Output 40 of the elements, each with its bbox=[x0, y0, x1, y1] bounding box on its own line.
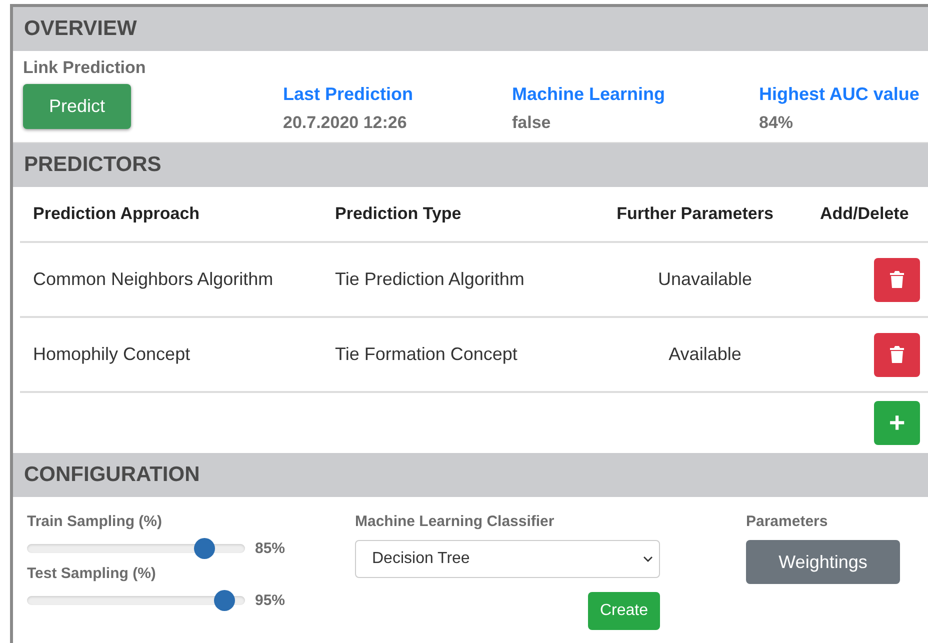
table-cell-text: Common Neighbors Algorithm bbox=[32, 269, 274, 290]
section-title: OVERVIEW bbox=[24, 17, 137, 41]
classifier-select[interactable]: Decision Tree bbox=[355, 540, 660, 578]
chevron-down-icon bbox=[643, 556, 653, 562]
slider[interactable] bbox=[27, 590, 245, 611]
link-prediction-label: Link Prediction bbox=[23, 58, 147, 78]
table-cell-text: Tie Formation Concept bbox=[335, 344, 518, 365]
stat-label: Highest AUC value bbox=[759, 84, 920, 105]
trash-icon bbox=[890, 271, 904, 288]
section-title: PREDICTORS bbox=[24, 153, 162, 177]
delete-button[interactable] bbox=[874, 258, 920, 302]
weightings-button[interactable]: Weightings bbox=[746, 540, 900, 584]
slider-value: 85% bbox=[255, 540, 286, 557]
column-header: Add/Delete bbox=[819, 204, 910, 224]
table-cell-text: Homophily Concept bbox=[32, 344, 192, 365]
column-header: Further Parameters bbox=[616, 204, 774, 224]
delete-button[interactable] bbox=[874, 332, 920, 376]
classifier-label: Machine Learning Classifier bbox=[355, 513, 556, 530]
table-cell-text: Available bbox=[668, 344, 742, 365]
slider-value: 95% bbox=[255, 592, 286, 609]
table-cell-text: Unavailable bbox=[656, 269, 754, 290]
create-button[interactable]: Create bbox=[588, 592, 660, 630]
stat-label: Last Prediction bbox=[283, 84, 414, 105]
stat-label: Machine Learning bbox=[512, 84, 666, 105]
parameters-label: Parameters bbox=[746, 513, 829, 530]
section-title: CONFIGURATION bbox=[24, 463, 200, 487]
stat-value: 20.7.2020 12:26 bbox=[283, 113, 408, 133]
column-header: Prediction Type bbox=[335, 204, 462, 224]
trash-icon bbox=[890, 346, 904, 363]
table-cell-text: Tie Prediction Algorithm bbox=[335, 269, 526, 290]
slider-thumb[interactable] bbox=[194, 538, 216, 559]
slider-label: Train Sampling (%) bbox=[27, 513, 164, 530]
column-header: Prediction Approach bbox=[32, 204, 201, 224]
slider-thumb[interactable] bbox=[214, 590, 236, 611]
stat-value: false bbox=[512, 113, 552, 133]
predict-button[interactable]: Predict bbox=[23, 84, 131, 129]
add-button[interactable]: + bbox=[874, 401, 920, 445]
slider-label: Test Sampling (%) bbox=[27, 565, 157, 582]
stat-value: 84% bbox=[759, 113, 794, 133]
slider[interactable] bbox=[27, 538, 245, 559]
